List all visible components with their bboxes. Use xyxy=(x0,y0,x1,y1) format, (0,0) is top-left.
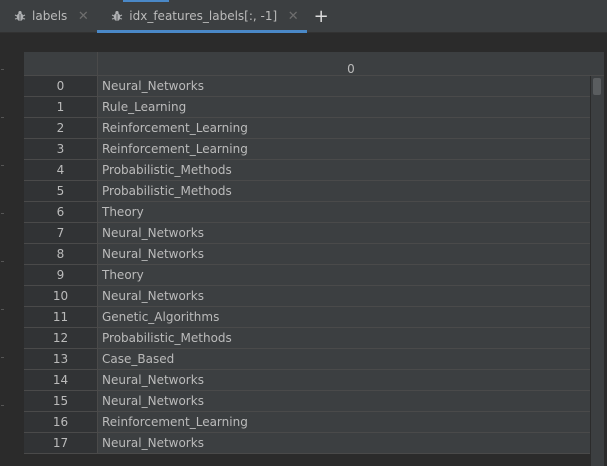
row-index: 7 xyxy=(24,223,98,243)
table-row[interactable]: 1 Rule_Learning xyxy=(24,97,590,118)
row-index: 11 xyxy=(24,307,98,327)
dataframe-viewer-window: labels ✕ idx_features_labels[:, -1] ✕ + xyxy=(0,0,607,466)
table-row[interactable]: 16 Reinforcement_Learning xyxy=(24,412,590,433)
gutter-mark xyxy=(1,261,4,262)
cell-value[interactable]: Probabilistic_Methods xyxy=(98,160,590,180)
cell-value[interactable]: Probabilistic_Methods xyxy=(98,181,590,201)
column-header[interactable]: 0 xyxy=(98,52,604,76)
table-row[interactable]: 2 Reinforcement_Learning xyxy=(24,118,590,139)
table-body: 0 Neural_Networks 1 Rule_Learning 2 Reinforce… xyxy=(24,76,590,454)
table-row[interactable]: 13 Case_Based xyxy=(24,349,590,370)
table-row[interactable]: 4 Probabilistic_Methods xyxy=(24,160,590,181)
gutter-mark xyxy=(1,117,4,118)
row-index: 8 xyxy=(24,244,98,264)
table-row[interactable]: 3 Reinforcement_Learning xyxy=(24,139,590,160)
row-index: 0 xyxy=(24,76,98,96)
gutter-mark xyxy=(1,357,4,358)
scrollbar-thumb[interactable] xyxy=(593,78,601,95)
row-index: 14 xyxy=(24,370,98,390)
table-row[interactable]: 6 Theory xyxy=(24,202,590,223)
close-icon[interactable]: ✕ xyxy=(287,9,299,24)
tab-idx-features-labels[interactable]: idx_features_labels[:, -1] ✕ xyxy=(97,0,308,33)
table-row[interactable]: 7 Neural_Networks xyxy=(24,223,590,244)
left-gutter xyxy=(0,33,6,466)
cell-value[interactable]: Theory xyxy=(98,265,590,285)
data-table: 0 0 Neural_Networks 1 Rule_Learning 2 Reinfor… xyxy=(24,52,604,466)
row-index: 13 xyxy=(24,349,98,369)
table-row[interactable]: 10 Neural_Networks xyxy=(24,286,590,307)
row-index: 4 xyxy=(24,160,98,180)
cell-value[interactable]: Theory xyxy=(98,202,590,222)
table-row[interactable]: 17 Neural_Networks xyxy=(24,433,590,454)
row-index: 10 xyxy=(24,286,98,306)
row-index: 17 xyxy=(24,433,98,453)
cell-value[interactable]: Neural_Networks xyxy=(98,433,590,453)
row-index: 1 xyxy=(24,97,98,117)
row-index: 12 xyxy=(24,328,98,348)
table-row[interactable]: 11 Genetic_Algorithms xyxy=(24,307,590,328)
row-index: 15 xyxy=(24,391,98,411)
cell-value[interactable]: Case_Based xyxy=(98,349,590,369)
table-header: 0 xyxy=(24,52,604,76)
close-icon[interactable]: ✕ xyxy=(77,9,89,24)
table-row[interactable]: 8 Neural_Networks xyxy=(24,244,590,265)
tab-labels[interactable]: labels ✕ xyxy=(0,0,97,32)
cell-value[interactable]: Reinforcement_Learning xyxy=(98,139,590,159)
cell-value[interactable]: Reinforcement_Learning xyxy=(98,118,590,138)
index-header-cell xyxy=(24,52,98,75)
cell-value[interactable]: Neural_Networks xyxy=(98,391,590,411)
gutter-mark xyxy=(1,165,4,166)
bug-icon xyxy=(111,10,123,22)
tab-label: labels xyxy=(32,9,68,23)
cell-value[interactable]: Neural_Networks xyxy=(98,286,590,306)
vertical-scrollbar[interactable] xyxy=(591,76,604,466)
row-index: 2 xyxy=(24,118,98,138)
table-row[interactable]: 15 Neural_Networks xyxy=(24,391,590,412)
row-index: 16 xyxy=(24,412,98,432)
tab-bar: labels ✕ idx_features_labels[:, -1] ✕ + xyxy=(0,0,607,33)
cell-value[interactable]: Neural_Networks xyxy=(98,370,590,390)
gutter-mark xyxy=(1,213,4,214)
cell-value[interactable]: Reinforcement_Learning xyxy=(98,412,590,432)
cell-value[interactable]: Neural_Networks xyxy=(98,244,590,264)
cell-value[interactable]: Genetic_Algorithms xyxy=(98,307,590,327)
cell-value[interactable]: Rule_Learning xyxy=(98,97,590,117)
row-index: 5 xyxy=(24,181,98,201)
table-row[interactable]: 5 Probabilistic_Methods xyxy=(24,181,590,202)
cell-value[interactable]: Neural_Networks xyxy=(98,76,590,96)
row-index: 9 xyxy=(24,265,98,285)
table-row[interactable]: 0 Neural_Networks xyxy=(24,76,590,97)
tab-label: idx_features_labels[:, -1] xyxy=(129,9,278,23)
row-index: 3 xyxy=(24,139,98,159)
row-index: 6 xyxy=(24,202,98,222)
gutter-mark xyxy=(1,405,4,406)
gutter-mark xyxy=(1,309,4,310)
add-tab-button[interactable]: + xyxy=(307,0,335,32)
cell-value[interactable]: Probabilistic_Methods xyxy=(98,328,590,348)
cell-value[interactable]: Neural_Networks xyxy=(98,223,590,243)
bug-icon xyxy=(14,10,26,22)
table-row[interactable]: 9 Theory xyxy=(24,265,590,286)
table-row[interactable]: 12 Probabilistic_Methods xyxy=(24,328,590,349)
gutter-mark xyxy=(1,69,4,70)
table-row[interactable]: 14 Neural_Networks xyxy=(24,370,590,391)
